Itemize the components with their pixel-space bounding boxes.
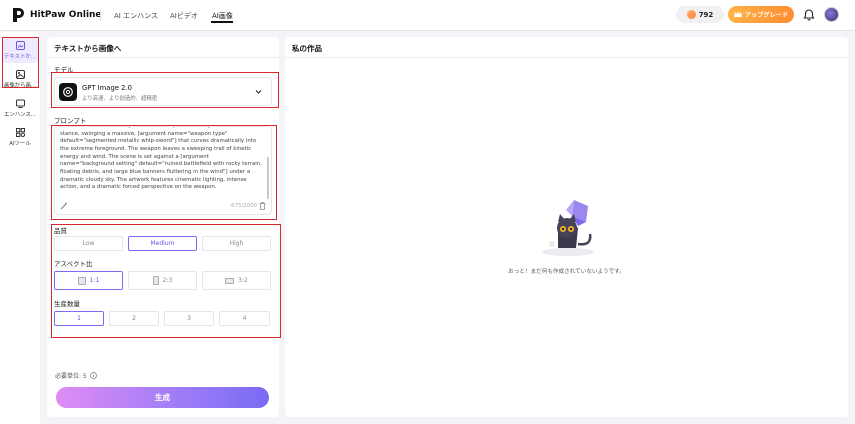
brand-name[interactable]: HitPaw Online bbox=[30, 10, 102, 20]
required-units: 必要単位: 5 bbox=[55, 371, 97, 380]
prompt-textarea[interactable]: default="blue and white"] tunic. She is … bbox=[54, 126, 272, 215]
credits-badge[interactable]: 792 bbox=[676, 6, 724, 23]
quantity-label: 生産数量 bbox=[54, 300, 80, 308]
quality-label: 品質 bbox=[54, 227, 67, 235]
rail-item-enhance[interactable]: エンハンス... bbox=[2, 95, 38, 121]
coin-icon bbox=[686, 10, 696, 19]
empty-state-cat-icon bbox=[542, 200, 594, 256]
works-title: 私の作品 bbox=[292, 44, 322, 53]
info-icon[interactable] bbox=[89, 372, 97, 379]
trash-icon[interactable] bbox=[259, 202, 266, 210]
landscape-ratio-icon bbox=[225, 277, 235, 284]
credits-count: 792 bbox=[698, 10, 714, 19]
tab-ai-enhance[interactable]: AI エンハンス bbox=[114, 11, 158, 21]
quantity-option-4[interactable]: 4 bbox=[219, 311, 270, 326]
chevron-down-icon bbox=[255, 90, 262, 94]
model-description: より高速、より創造的、超精密 bbox=[82, 96, 158, 102]
aspect-option-2-3[interactable]: 2:3 bbox=[128, 271, 197, 290]
hitpaw-logo-icon[interactable] bbox=[12, 7, 25, 23]
rail-item-image-to-image[interactable]: 画像から画... bbox=[2, 66, 38, 92]
rail-item-label: AIツール bbox=[9, 140, 31, 147]
model-name: GPT Image 2.0 bbox=[82, 84, 132, 92]
nav-divider bbox=[100, 10, 101, 21]
aspect-option-label: 3:2 bbox=[238, 277, 248, 284]
tab-ai-video[interactable]: AIビデオ bbox=[170, 11, 198, 21]
quality-option-low[interactable]: Low bbox=[54, 236, 123, 251]
enhance-icon bbox=[15, 99, 25, 108]
top-bar: HitPaw Online AI エンハンス AIビデオ AI画像 792 アッ… bbox=[0, 0, 855, 31]
works-panel: 私の作品 おっと！まだ何も作成されていないようです。 bbox=[285, 37, 848, 417]
rail-item-text-to-image[interactable]: テキストか... bbox=[2, 37, 38, 63]
bell-icon[interactable] bbox=[803, 9, 815, 21]
required-units-text: 必要単位: 5 bbox=[55, 373, 87, 380]
rail-item-ai-tools[interactable]: AIツール bbox=[2, 124, 38, 150]
panel-title: テキストから画像へ bbox=[54, 44, 122, 53]
aspect-option-label: 1:1 bbox=[89, 277, 100, 284]
upgrade-label: アップグレード bbox=[744, 12, 789, 19]
quantity-option-3[interactable]: 3 bbox=[164, 311, 214, 326]
side-rail: テキストか... 画像から画... エンハンス... AIツール bbox=[0, 32, 40, 424]
quantity-option-1[interactable]: 1 bbox=[54, 311, 104, 326]
works-divider bbox=[285, 57, 848, 58]
rail-item-label: 画像から画... bbox=[3, 82, 37, 89]
prompt-label: プロンプト bbox=[54, 117, 87, 125]
avatar[interactable] bbox=[824, 7, 839, 22]
prompt-text: default="blue and white"] tunic. She is … bbox=[60, 126, 262, 191]
empty-state-text: おっと！まだ何も作成されていないようです。 bbox=[508, 269, 625, 275]
quality-option-high[interactable]: High bbox=[202, 236, 271, 251]
aspect-option-3-2[interactable]: 3:2 bbox=[202, 271, 271, 290]
aspect-option-label: 2:3 bbox=[162, 277, 173, 284]
generation-panel: テキストから画像へ モデル GPT Image 2.0 より高速、より創造的、超… bbox=[47, 37, 279, 417]
image-to-image-icon bbox=[15, 69, 25, 79]
square-ratio-icon bbox=[77, 276, 86, 285]
rail-item-label: エンハンス... bbox=[4, 111, 36, 118]
prompt-scrollbar[interactable] bbox=[267, 157, 269, 199]
crown-icon bbox=[733, 11, 742, 17]
text-to-image-icon bbox=[15, 40, 25, 50]
panel-divider bbox=[47, 57, 279, 58]
rail-item-label: テキストか... bbox=[4, 53, 36, 60]
aspect-option-1-1[interactable]: 1:1 bbox=[54, 271, 123, 290]
active-tab-indicator bbox=[211, 21, 233, 23]
upgrade-button[interactable]: アップグレード bbox=[728, 6, 794, 23]
quantity-option-2[interactable]: 2 bbox=[109, 311, 159, 326]
generate-button[interactable]: 生成 bbox=[56, 387, 269, 408]
model-label: モデル bbox=[54, 66, 74, 74]
openai-logo-icon bbox=[59, 83, 77, 101]
ai-tools-icon bbox=[15, 127, 25, 137]
model-select[interactable]: GPT Image 2.0 より高速、より創造的、超精密 bbox=[54, 77, 272, 106]
aspect-ratio-label: アスペクト比 bbox=[54, 260, 93, 268]
portrait-ratio-icon bbox=[152, 276, 159, 285]
tab-ai-image[interactable]: AI画像 bbox=[212, 11, 233, 21]
prompt-char-counter: 675/2000 bbox=[231, 203, 257, 209]
magic-wand-icon[interactable] bbox=[60, 202, 68, 210]
quality-option-medium[interactable]: Medium bbox=[128, 236, 197, 251]
